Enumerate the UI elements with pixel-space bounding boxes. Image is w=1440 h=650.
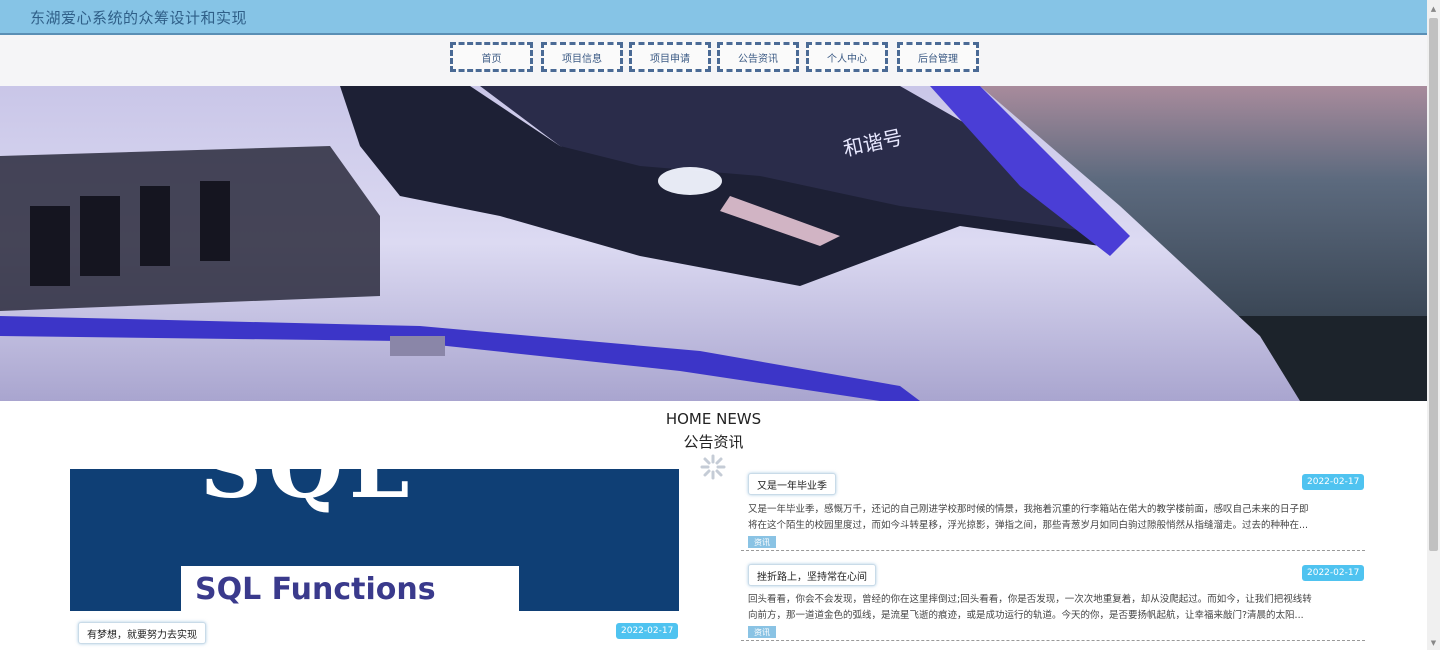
news-item-2-title[interactable]: 挫折路上，坚持常在心间 xyxy=(748,564,876,586)
featured-image-text-bottom: SQL Functions xyxy=(195,572,436,607)
site-title: 东湖爱心系统的众筹设计和实现 xyxy=(30,9,248,27)
news-item-1-date: 2022-02-17 xyxy=(1302,474,1365,490)
nav-project-apply[interactable]: 项目申请 xyxy=(629,42,711,72)
featured-image-text-top: SQL xyxy=(200,469,416,518)
scroll-down-arrow-icon[interactable]: ▼ xyxy=(1427,636,1440,649)
nav-project-info[interactable]: 项目信息 xyxy=(541,42,623,72)
main-navigation: 首页 项目信息 项目申请 公告资讯 个人中心 后台管理 xyxy=(0,35,1427,86)
news-divider-2 xyxy=(741,640,1365,641)
news-section-title-en: HOME NEWS xyxy=(665,410,762,428)
news-item-1-summary-line-1: 又是一年毕业季，感慨万千，还记的自己刚进学校那时候的情景，我拖着沉重的行李箱站在… xyxy=(748,504,1309,515)
loading-spinner-icon xyxy=(700,454,726,480)
news-item-2-summary-line-1: 回头看看，你会不会发现，曾经的你在这里摔倒过;回头看看，你是否发现，一次次地重复… xyxy=(748,594,1312,605)
scroll-up-arrow-icon[interactable]: ▲ xyxy=(1427,2,1440,15)
news-item-2-category[interactable]: 资讯 xyxy=(748,626,776,638)
hero-carousel[interactable]: 和谐号 xyxy=(0,86,1427,401)
featured-news-date: 2022-02-17 xyxy=(616,623,679,639)
featured-news-title[interactable]: 有梦想，就要努力去实现 xyxy=(78,622,206,644)
news-divider-1 xyxy=(741,550,1365,551)
news-item-2-summary-line-2: 向前方，那一道道金色的弧线，是流星飞逝的痕迹，或是成功运行的轨道。今天的你，是否… xyxy=(748,610,1304,621)
train-illustration: 和谐号 xyxy=(0,86,1427,401)
news-item-2-summary: 回头看看，你会不会发现，曾经的你在这里摔倒过;回头看看，你是否发现，一次次地重复… xyxy=(748,592,1365,624)
news-item-1-category[interactable]: 资讯 xyxy=(748,536,776,548)
featured-news-image[interactable]: SQL SQL Functions xyxy=(70,469,679,611)
nav-home[interactable]: 首页 xyxy=(450,42,533,72)
nav-announcements[interactable]: 公告资讯 xyxy=(717,42,799,72)
news-section-title-cn: 公告资讯 xyxy=(683,433,744,451)
nav-admin[interactable]: 后台管理 xyxy=(897,42,979,72)
news-item-1-summary-line-2: 将在这个陌生的校园里度过，而如今斗转星移，浮光掠影，弹指之间，那些青葱岁月如同白… xyxy=(748,520,1309,531)
nav-personal-center[interactable]: 个人中心 xyxy=(806,42,888,72)
news-item-1-title[interactable]: 又是一年毕业季 xyxy=(748,473,836,495)
top-header-bar: 东湖爱心系统的众筹设计和实现 xyxy=(0,0,1427,35)
news-item-1-summary: 又是一年毕业季，感慨万千，还记的自己刚进学校那时候的情景，我拖着沉重的行李箱站在… xyxy=(748,502,1365,534)
scrollbar-thumb[interactable] xyxy=(1429,18,1438,551)
news-item-2-date: 2022-02-17 xyxy=(1302,565,1365,581)
